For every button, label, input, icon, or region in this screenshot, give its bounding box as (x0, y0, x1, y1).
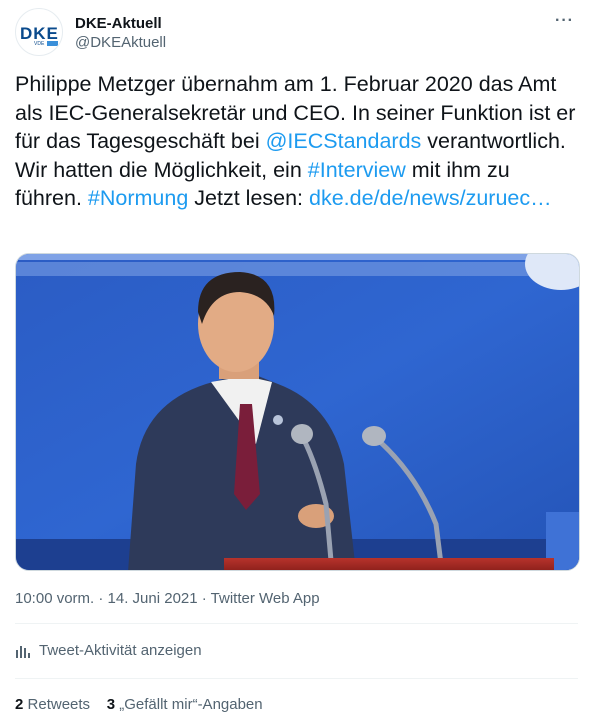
likes-label: „Gefällt mir“-Angaben (119, 696, 263, 713)
tweet-photo[interactable] (15, 253, 580, 571)
likes-stat[interactable]: 3 „Gefällt mir“-Angaben (107, 696, 263, 713)
tweet-timestamp[interactable]: 10:00 vorm. · 14. Juni 2021 · Twitter We… (15, 590, 320, 607)
hashtag-link[interactable]: #Normung (88, 186, 188, 210)
retweets-count: 2 (15, 696, 24, 713)
divider (15, 678, 578, 679)
tweet-text-part: Jetzt lesen: (188, 186, 310, 210)
retweets-label: Retweets (27, 696, 91, 713)
divider (15, 623, 578, 624)
tweet-stats: 2 Retweets 3 „Gefällt mir“-Angaben (15, 696, 263, 713)
tweet-activity-link[interactable]: Tweet-Aktivität anzeigen (15, 642, 202, 659)
more-icon[interactable]: ··· (555, 12, 574, 30)
avatar[interactable]: DKE VDE (15, 8, 63, 56)
user-handle[interactable]: @DKEAktuell (75, 34, 166, 51)
activity-label: Tweet-Aktivität anzeigen (39, 642, 202, 659)
url-link[interactable]: dke.de/de/news/zuruec… (309, 186, 552, 210)
bar-chart-icon (16, 645, 30, 658)
speaker-photo (16, 254, 579, 570)
tweet-header: DKE VDE DKE-Aktuell @DKEAktuell ··· (15, 8, 578, 58)
logo-accent-bar (47, 41, 58, 46)
retweets-stat[interactable]: 2 Retweets (15, 696, 90, 713)
tweet: DKE VDE DKE-Aktuell @DKEAktuell ··· Phil… (0, 0, 593, 728)
user-name[interactable]: DKE-Aktuell (75, 15, 162, 32)
tweet-text: Philippe Metzger übernahm am 1. Februar … (15, 70, 580, 213)
hashtag-link[interactable]: #Interview (308, 158, 406, 182)
mention-link[interactable]: @IECStandards (266, 129, 422, 153)
likes-count: 3 (106, 696, 116, 713)
vde-logo-text: VDE (34, 41, 45, 47)
